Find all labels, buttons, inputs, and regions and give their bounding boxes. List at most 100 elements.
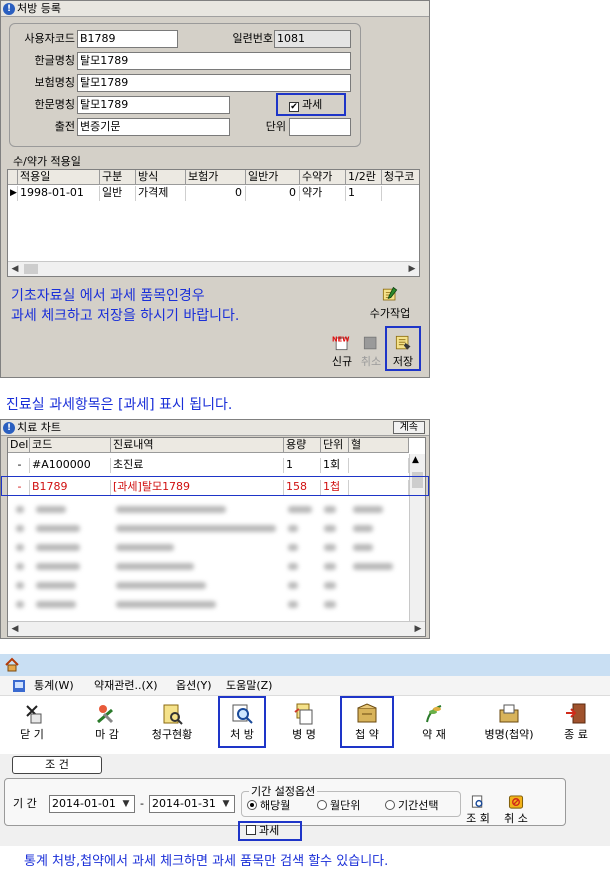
chart-hscroll[interactable]: ◀ ▶ [8, 621, 425, 636]
insurance-name-input[interactable]: 탈모1789 [77, 74, 351, 92]
exit-button[interactable]: 종 료 [556, 702, 596, 742]
menu-help[interactable]: 도움말(Z) [226, 676, 272, 696]
radio-monthly[interactable]: 월단위 [317, 799, 360, 813]
menu-stats[interactable]: 통계(W) [34, 676, 74, 696]
cancel-search-button[interactable]: 취 소 [503, 795, 529, 826]
user-code-label: 사용자코드 [24, 32, 75, 45]
date-to-select[interactable]: 2014-01-31 ▼ [149, 795, 235, 813]
rx-register-window: ! 처방 등록 사용자코드 B1789 일련번호 1081 한글명칭 탈모178… [0, 0, 430, 378]
source-input[interactable]: 변증기문 [77, 118, 230, 136]
unit-input[interactable] [289, 118, 351, 136]
herbs-button[interactable]: 약 재 [414, 702, 454, 742]
table-cell[interactable]: 1 [284, 458, 321, 473]
scroll-right-icon[interactable]: ▶ [411, 622, 425, 636]
row-pointer-icon: ▶ [8, 186, 18, 201]
table-cell[interactable]: 1회 [321, 458, 349, 473]
price-work-button[interactable]: 수가작업 [365, 285, 415, 321]
price-col-ins-price: 보험가 [186, 170, 246, 185]
scroll-up-icon[interactable]: ▲ [412, 455, 419, 465]
date-to-value: 2014-01-31 [152, 797, 216, 810]
price-grid: 적용일 구분 방식 보험가 일반가 수약가 1/2란 청구코 ▶ 1998-01… [7, 169, 420, 277]
table-cell[interactable]: 0 [246, 186, 300, 201]
disease-herbal-button[interactable]: 병명(첩약) [474, 702, 544, 742]
herbal-rx-button[interactable]: 첩 약 [344, 702, 390, 742]
scroll-right-icon[interactable]: ▶ [405, 262, 419, 276]
scroll-thumb[interactable] [24, 264, 38, 274]
rx-note-line1: 기초자료실 에서 과세 품목인경우 [11, 288, 205, 304]
blurred-row [8, 521, 408, 536]
home-icon [5, 657, 19, 672]
table-cell[interactable]: 0 [186, 186, 246, 201]
table-cell[interactable] [349, 458, 409, 473]
chart-col-del: Del [8, 438, 30, 453]
table-cell[interactable]: 약가 [300, 186, 346, 201]
closing-button[interactable]: 마 감 [86, 702, 128, 742]
herbal-rx-label: 첩 약 [355, 728, 379, 741]
price-col-claim-code: 청구코 [382, 170, 419, 185]
rx-window-titlebar: ! 처방 등록 [1, 1, 429, 17]
chevron-down-icon: ▼ [122, 799, 130, 809]
new-button[interactable]: NEW 신규 [328, 333, 356, 369]
herbs-label: 약 재 [422, 728, 446, 741]
condition-tab[interactable]: 조 건 [12, 756, 102, 774]
blurred-row [8, 559, 408, 574]
treatment-grid: Del 코드 진료내역 용량 단위 혈 - #A100000 초진료 1 1회 … [7, 437, 426, 637]
table-cell[interactable]: 1 [346, 186, 382, 201]
taxable-checkbox[interactable]: ✔ 과세 [289, 98, 322, 112]
hanja-name-input[interactable]: 탈모1789 [77, 96, 230, 114]
save-label: 저장 [392, 355, 414, 368]
scroll-left-icon[interactable]: ◀ [8, 262, 22, 276]
table-cell[interactable] [382, 186, 419, 201]
radio-this-month[interactable]: 해당월 [247, 799, 290, 813]
search-button[interactable]: 조 회 [465, 795, 491, 826]
rx-window-title: 처방 등록 [17, 2, 61, 15]
date-from-select[interactable]: 2014-01-01 ▼ [49, 795, 135, 813]
stats-taxable-checkbox[interactable]: 과세 [246, 824, 279, 838]
table-cell[interactable]: 1998-01-01 [18, 186, 100, 201]
user-code-input[interactable]: B1789 [77, 30, 178, 48]
scroll-left-icon[interactable]: ◀ [8, 622, 22, 636]
table-cell[interactable]: 초진료 [111, 458, 284, 473]
chart-col-hyeol: 혈 [349, 438, 409, 453]
price-grid-hscroll[interactable]: ◀ ▶ [8, 261, 419, 276]
new-label: 신규 [331, 355, 353, 368]
blurred-row [8, 502, 408, 517]
table-cell[interactable]: - [8, 458, 30, 473]
price-work-label: 수가작업 [369, 307, 411, 320]
herb-icon [426, 705, 442, 723]
menu-options[interactable]: 옵션(Y) [176, 676, 212, 696]
rx-note-line2: 과세 체크하고 저장을 하시기 바랍니다. [11, 308, 240, 324]
check-icon: ✔ [289, 102, 299, 112]
price-col-method: 방식 [136, 170, 186, 185]
table-cell[interactable]: 일반 [100, 186, 136, 201]
clipboard-search-icon [163, 704, 183, 725]
blurred-row [8, 597, 408, 612]
herb-doc-icon [499, 704, 519, 723]
radio-period-select-label: 기간선택 [398, 799, 439, 812]
save-button[interactable]: 저장 [387, 333, 419, 369]
continue-button[interactable]: 계속 [392, 421, 425, 434]
radio-monthly-label: 월단위 [330, 799, 361, 812]
radio-this-month-label: 해당월 [260, 799, 291, 812]
radio-icon [317, 800, 327, 810]
table-cell[interactable]: 가격제 [136, 186, 186, 201]
korean-name-input[interactable]: 탈모1789 [77, 52, 351, 70]
disease-herbal-label: 병명(첩약) [484, 728, 534, 741]
prescription-button[interactable]: 처 방 [220, 702, 264, 742]
closing-label: 마 감 [95, 728, 119, 741]
unit-label: 단위 [265, 120, 286, 133]
app-menu-icon[interactable] [12, 679, 26, 693]
claim-status-button[interactable]: 청구현황 [144, 702, 200, 742]
chart-window-titlebar: ! 치료 차트 계속 [1, 420, 429, 436]
cancel-button[interactable]: 취소 [357, 333, 385, 369]
blurred-row [8, 578, 408, 593]
date-from-value: 2014-01-01 [52, 797, 116, 810]
menu-herbs[interactable]: 약재관련..(X) [94, 676, 158, 696]
taxable-row-highlight [1, 476, 429, 496]
chart-col-desc: 진료내역 [111, 438, 284, 453]
table-cell[interactable]: #A100000 [30, 458, 111, 473]
disease-button[interactable]: 병 명 [284, 702, 324, 742]
radio-period-select[interactable]: 기간선택 [385, 799, 438, 813]
close-button[interactable]: 닫 기 [12, 702, 52, 742]
taxable-label: 과세 [302, 98, 323, 111]
